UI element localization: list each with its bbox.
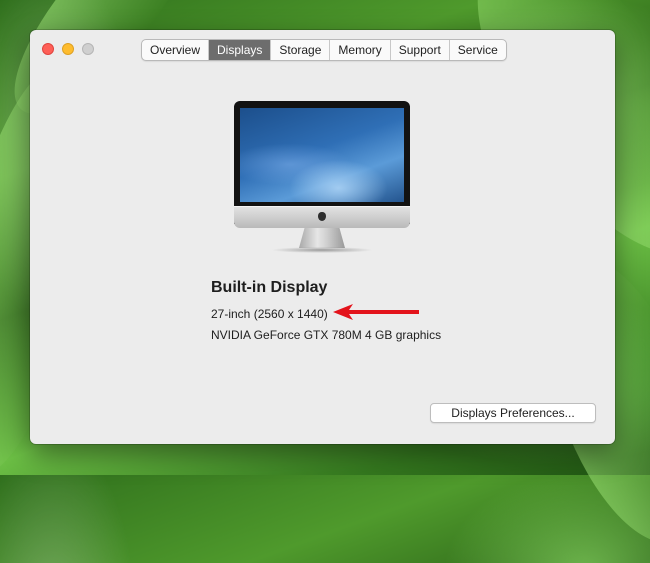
display-size: 27-inch (2560 x 1440) [211, 307, 328, 321]
apple-logo-icon [318, 212, 326, 221]
imac-screen [240, 108, 404, 202]
close-button-icon[interactable] [42, 43, 54, 55]
tab-displays[interactable]: Displays [209, 40, 272, 60]
displays-preferences-button[interactable]: Displays Preferences... [430, 403, 596, 423]
title-bar: Overview Displays Storage Memory Support… [30, 30, 615, 70]
red-arrow-annotation [333, 304, 419, 320]
about-this-mac-window: Overview Displays Storage Memory Support… [30, 30, 615, 444]
zoom-button-icon[interactable] [82, 43, 94, 55]
tab-memory[interactable]: Memory [330, 40, 391, 60]
tab-storage[interactable]: Storage [271, 40, 331, 60]
tab-service[interactable]: Service [450, 40, 506, 60]
imac-stand [299, 228, 345, 248]
imac-shadow [271, 247, 373, 253]
display-name: Built-in Display [211, 279, 328, 296]
tab-bar: Overview Displays Storage Memory Support… [141, 39, 507, 61]
imac-display-image [231, 101, 413, 253]
minimize-button-icon[interactable] [62, 43, 74, 55]
tab-overview[interactable]: Overview [142, 40, 210, 60]
display-graphics: NVIDIA GeForce GTX 780M 4 GB graphics [211, 328, 442, 342]
tab-support[interactable]: Support [391, 40, 450, 60]
